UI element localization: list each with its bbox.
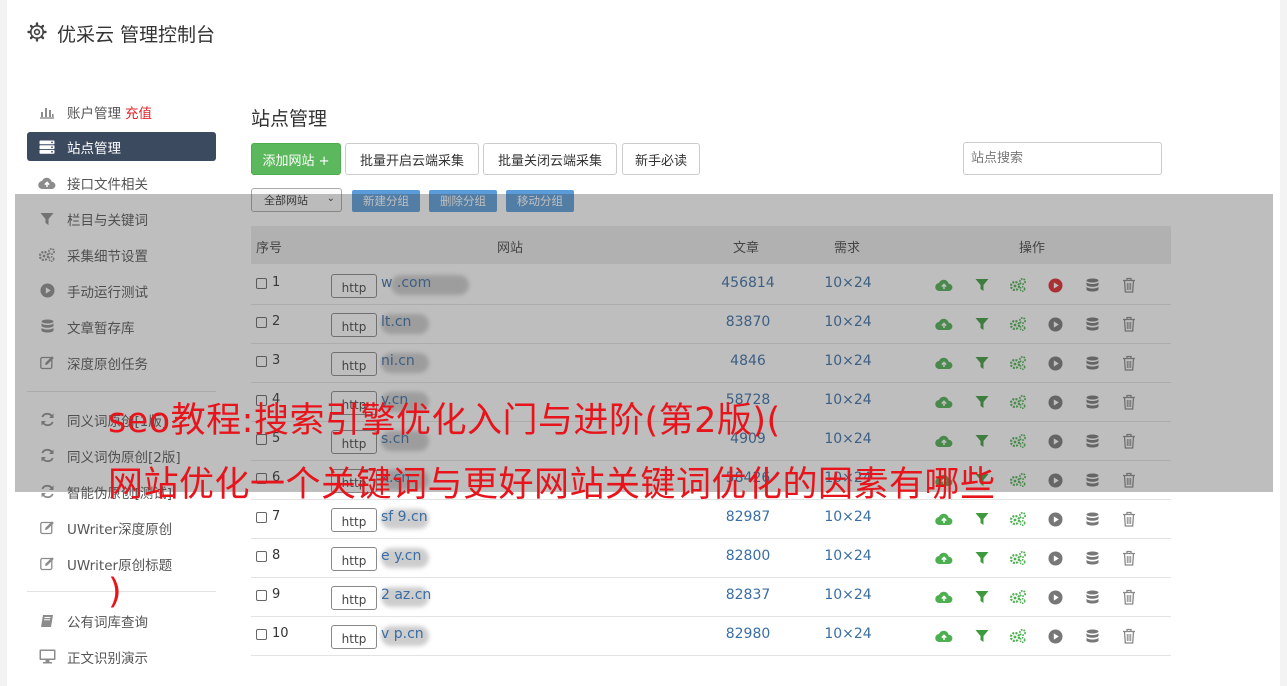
server-icon xyxy=(38,138,56,156)
play-circle-icon[interactable] xyxy=(1046,588,1064,606)
row-index: 9 xyxy=(272,587,281,602)
cogs-icon[interactable] xyxy=(1009,549,1027,567)
overlay-title-line1: seo教程:搜索引擎优化入门与进阶(第2版)( xyxy=(108,401,781,441)
overlay-title-line3: ) xyxy=(108,572,123,612)
edit-icon xyxy=(38,519,56,537)
trash-icon[interactable] xyxy=(1120,549,1138,567)
trash-icon[interactable] xyxy=(1120,510,1138,528)
bar-chart-icon xyxy=(38,103,56,121)
overlay-title-line2: 网站优化一个关键词与更好网站关键词优化的因素有哪些 xyxy=(108,465,996,505)
filter-icon[interactable] xyxy=(973,588,991,606)
article-count[interactable]: 82800 xyxy=(709,548,787,564)
site-link[interactable]: 2 az.cn xyxy=(381,587,431,603)
cloud-upload-icon xyxy=(38,174,56,192)
sidebar-item-label: 接口文件相关 xyxy=(67,176,148,193)
monitor-icon xyxy=(38,648,56,666)
article-count[interactable]: 82980 xyxy=(709,626,787,642)
cogs-icon[interactable] xyxy=(1009,588,1027,606)
app-title: 优采云 管理控制台 xyxy=(57,24,216,46)
protocol-label: http xyxy=(331,547,377,571)
demand-value[interactable]: 10×24 xyxy=(817,626,879,642)
add-site-button[interactable]: 添加网站 + xyxy=(251,143,341,175)
play-circle-icon[interactable] xyxy=(1046,627,1064,645)
table-row: 8 http e y.cn 82800 10×24 xyxy=(251,538,1171,578)
cloud-upload-icon[interactable] xyxy=(935,627,953,645)
site-search-input[interactable] xyxy=(963,142,1162,175)
demand-value[interactable]: 10×24 xyxy=(817,548,879,564)
book-icon xyxy=(38,612,56,630)
protocol-label: http xyxy=(331,586,377,610)
database-icon[interactable] xyxy=(1083,588,1101,606)
sidebar-item-1[interactable]: 账户管理 充值 xyxy=(27,97,216,126)
row-index: 8 xyxy=(272,548,281,563)
site-link[interactable]: e y.cn xyxy=(381,548,421,564)
recharge-link[interactable]: 充值 xyxy=(125,102,152,122)
database-icon[interactable] xyxy=(1083,510,1101,528)
table-row: 9 http 2 az.cn 82837 10×24 xyxy=(251,577,1171,617)
filter-icon[interactable] xyxy=(973,549,991,567)
trash-icon[interactable] xyxy=(1120,627,1138,645)
row-checkbox[interactable] xyxy=(256,512,267,523)
protocol-label: http xyxy=(331,508,377,532)
database-icon[interactable] xyxy=(1083,549,1101,567)
site-link[interactable]: v p.cn xyxy=(381,626,424,642)
page-title: 站点管理 xyxy=(251,108,328,130)
article-count[interactable]: 82987 xyxy=(709,509,787,525)
cloud-upload-icon[interactable] xyxy=(935,549,953,567)
play-circle-icon[interactable] xyxy=(1046,510,1064,528)
sidebar-item-label: 公有词库查询 xyxy=(67,614,148,631)
edit-icon xyxy=(38,555,56,573)
article-count[interactable]: 82837 xyxy=(709,587,787,603)
sidebar-item-label: UWriter原创标题 xyxy=(67,557,173,574)
overlay-shade xyxy=(15,194,1273,492)
demand-value[interactable]: 10×24 xyxy=(817,587,879,603)
cogs-icon[interactable] xyxy=(1009,510,1027,528)
cloud-upload-icon[interactable] xyxy=(935,588,953,606)
sidebar-item-2[interactable]: 站点管理 xyxy=(27,132,216,161)
sidebar-item-label: 正文识别演示 xyxy=(67,650,148,667)
sidebar-item-15[interactable]: 正文识别演示 xyxy=(27,642,216,671)
cogs-icon[interactable] xyxy=(1009,627,1027,645)
row-checkbox[interactable] xyxy=(256,590,267,601)
filter-icon[interactable] xyxy=(973,627,991,645)
row-index: 10 xyxy=(272,626,289,641)
sidebar-item-3[interactable]: 接口文件相关 xyxy=(27,168,216,197)
sidebar-item-label: 站点管理 xyxy=(67,140,121,157)
sidebar-item-12[interactable]: UWriter深度原创 xyxy=(27,513,216,542)
database-icon[interactable] xyxy=(1083,627,1101,645)
trash-icon[interactable] xyxy=(1120,588,1138,606)
sidebar-item-label: 账户管理 xyxy=(67,105,121,122)
demand-value[interactable]: 10×24 xyxy=(817,509,879,525)
protocol-label: http xyxy=(331,625,377,649)
gear-icon xyxy=(27,22,47,42)
app-header: 优采云 管理控制台 xyxy=(7,0,1280,73)
cloud-upload-icon[interactable] xyxy=(935,510,953,528)
row-checkbox[interactable] xyxy=(256,551,267,562)
row-index: 7 xyxy=(272,509,281,524)
row-checkbox[interactable] xyxy=(256,629,267,640)
guide-button[interactable]: 新手必读 xyxy=(622,143,700,175)
batch-open-cloud-button[interactable]: 批量开启云端采集 xyxy=(345,143,479,175)
table-row: 10 http v p.cn 82980 10×24 xyxy=(251,616,1171,656)
filter-icon[interactable] xyxy=(973,510,991,528)
site-link[interactable]: sf 9.cn xyxy=(381,509,428,525)
play-circle-icon[interactable] xyxy=(1046,549,1064,567)
batch-close-cloud-button[interactable]: 批量关闭云端采集 xyxy=(483,143,617,175)
sidebar-item-label: UWriter深度原创 xyxy=(67,521,173,538)
